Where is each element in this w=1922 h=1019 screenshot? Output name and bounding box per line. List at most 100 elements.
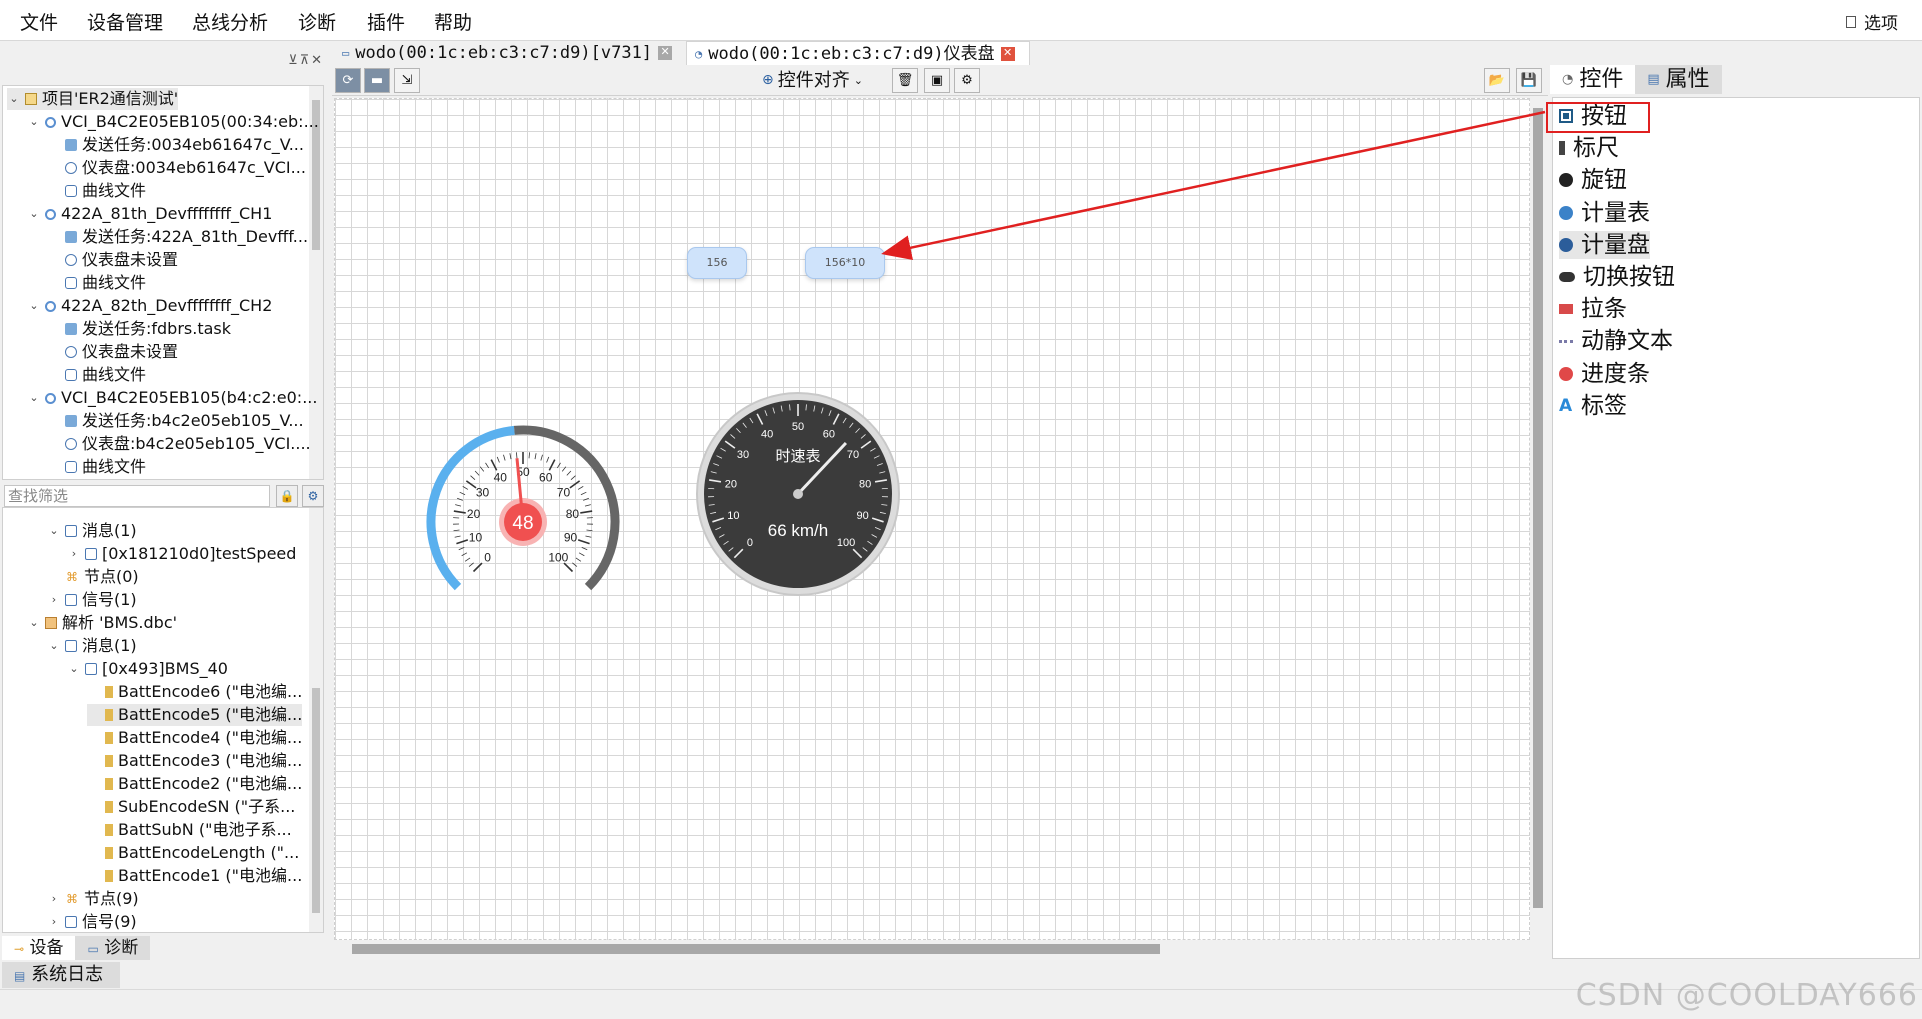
control-item[interactable]: A 标签: [1559, 392, 1627, 420]
chevron-down-icon[interactable]: ›: [67, 543, 81, 565]
menu-device-manage[interactable]: 设备管理: [87, 8, 163, 35]
tree-item[interactable]: ⌄ 422A_82th_Devffffffff_CH2: [27, 295, 272, 317]
tab-send-task[interactable]: ▭ wodo(00:1c:eb:c3:c7:d9)[v731] ✕: [334, 41, 674, 65]
tree-item[interactable]: › ⌘ 节点(9): [47, 888, 139, 910]
dashboard-canvas[interactable]: 156 156*10 0 10 20 30 40 50 60 70 80 90 100 48 0 10 2…: [334, 98, 1530, 940]
chevron-down-icon[interactable]: ⌄: [27, 612, 41, 634]
tab-send-task-label: wodo(00:1c:eb:c3:c7:d9)[v731]: [355, 43, 653, 63]
tree-item[interactable]: ⌄ 消息(1): [47, 520, 136, 542]
delete-button[interactable]: 🗑: [892, 68, 918, 93]
tab-device[interactable]: ⊸ 设备: [2, 936, 76, 960]
control-item[interactable]: 计量盘: [1559, 230, 1650, 259]
settings-button[interactable]: ⚙: [954, 68, 980, 93]
chevron-down-icon[interactable]: ⌄: [27, 203, 41, 225]
tree-item[interactable]: ⌄ VCI_B4C2E05EB105(00:34:eb:...: [27, 111, 318, 133]
export-button[interactable]: ⇲: [394, 68, 420, 93]
chevron-down-icon[interactable]: ⌄: [27, 111, 41, 133]
pin-icon[interactable]: ⊼: [300, 53, 310, 68]
speedometer-widget[interactable]: 0 10 20 30 40 50 60 70 80 90 100 时速表 66 km/h: [693, 389, 903, 599]
control-item[interactable]: 标尺: [1559, 134, 1619, 162]
tree-item[interactable]: BattEncode2 ("电池编...: [87, 773, 302, 795]
tree-item[interactable]: 发送任务:b4c2e05eb105_V...: [47, 410, 304, 432]
tree-item[interactable]: 曲线文件: [47, 456, 146, 478]
project-tree-scrollbar[interactable]: [309, 86, 323, 479]
tree-item[interactable]: ⌄ 422A_81th_Devffffffff_CH1: [27, 203, 272, 225]
chevron-down-icon[interactable]: ⌄: [47, 520, 61, 542]
menu-help[interactable]: 帮助: [434, 8, 472, 35]
copy-button[interactable]: ▣: [924, 68, 950, 93]
open-file-button[interactable]: 📂: [1484, 68, 1510, 93]
tree-item[interactable]: BattEncode3 ("电池编...: [87, 750, 302, 772]
options-menu[interactable]: 选项: [1846, 9, 1898, 34]
canvas-horizontal-scrollbar[interactable]: [334, 940, 1530, 958]
tree-item[interactable]: SubEncodeSN ("子系...: [87, 796, 295, 818]
tree-item[interactable]: 仪表盘:0034eb61647c_VCI...: [47, 157, 306, 179]
chevron-down-icon[interactable]: ⌄: [47, 635, 61, 657]
tree-item[interactable]: BattSubN ("电池子系...: [87, 819, 292, 841]
tree-item[interactable]: 发送任务:0034eb61647c_V...: [47, 134, 304, 156]
tree-item[interactable]: › 信号(1): [47, 589, 137, 611]
close-icon[interactable]: ✕: [658, 46, 673, 60]
tree-item[interactable]: ⌄ VCI_B4C2E05EB105(b4:c2:e0:...: [27, 387, 317, 409]
chevron-down-icon[interactable]: ›: [47, 888, 61, 910]
tree-item[interactable]: ⌄ [0x493]BMS_40: [67, 658, 228, 680]
chevron-down-icon[interactable]: ›: [47, 589, 61, 611]
tree-item[interactable]: BattEncodeLength ("...: [87, 842, 299, 864]
filter-input[interactable]: 查找筛选: [4, 485, 270, 507]
tree-item[interactable]: 仪表盘:b4c2e05eb105_VCI....: [47, 433, 311, 455]
menu-bus-analysis[interactable]: 总线分析: [192, 8, 268, 35]
control-item[interactable]: 进度条: [1559, 360, 1650, 388]
save-file-button[interactable]: 💾: [1516, 68, 1542, 93]
tab-properties[interactable]: ▤ 属性: [1635, 65, 1722, 94]
tree-item[interactable]: › 信号(9): [47, 911, 137, 932]
control-item[interactable]: 计量表: [1559, 199, 1650, 227]
control-item[interactable]: 拉条: [1559, 295, 1627, 323]
button-widget-156[interactable]: 156: [687, 247, 747, 279]
filter-settings-button[interactable]: ⚙: [302, 485, 324, 507]
menu-file[interactable]: 文件: [20, 8, 58, 35]
chevron-down-icon[interactable]: ›: [47, 911, 61, 932]
folder-button[interactable]: ▬: [364, 68, 390, 93]
menu-plugin[interactable]: 插件: [367, 8, 405, 35]
chevron-down-icon[interactable]: ⌄: [67, 658, 81, 680]
button-widget-156x10[interactable]: 156*10: [805, 247, 885, 279]
tab-diagnose[interactable]: ▭ 诊断: [75, 936, 151, 960]
refresh-button[interactable]: ⟳: [335, 68, 361, 93]
tree-item[interactable]: 仪表盘未设置: [47, 249, 178, 271]
tree-item[interactable]: 发送任务:422A_81th_Devfff...: [47, 226, 308, 248]
tree-item[interactable]: 曲线文件: [47, 180, 146, 202]
align-dropdown[interactable]: ⊕ 控件对齐 ⌄: [762, 68, 886, 93]
signal-icon: [105, 824, 113, 836]
tree-item[interactable]: BattEncode5 ("电池编...: [87, 704, 303, 726]
tree-item[interactable]: 仪表盘未设置: [47, 341, 178, 363]
tree-item[interactable]: 发送任务:fdbrs.task: [47, 318, 231, 340]
meter-gauge-widget[interactable]: 010203040 50 6070809010048: [413, 407, 633, 607]
tree-item[interactable]: › [0x181210d0]testSpeed: [67, 543, 297, 565]
tab-system-log[interactable]: ▤ 系统日志: [2, 962, 120, 988]
tree-item[interactable]: ⌄ 消息(1): [47, 635, 136, 657]
tree-item[interactable]: 曲线文件: [47, 364, 146, 386]
control-item[interactable]: 动静文本: [1559, 327, 1673, 355]
menu-diagnose[interactable]: 诊断: [298, 8, 336, 35]
tree-item[interactable]: ⌘ 节点(0): [47, 566, 139, 588]
tree-item[interactable]: BattEncode4 ("电池编...: [87, 727, 302, 749]
control-item[interactable]: 切换按钮: [1559, 263, 1675, 291]
tree-item[interactable]: BattEncode1 ("电池编...: [87, 865, 302, 887]
tab-dashboard[interactable]: ◔ wodo(00:1c:eb:c3:c7:d9)仪表盘 ✕: [686, 41, 1030, 65]
chevron-down-icon[interactable]: ⌄: [7, 88, 21, 110]
signal-tree-scrollbar[interactable]: [309, 508, 323, 932]
tree-item[interactable]: ⌄ 解析 'BMS.dbc': [27, 612, 177, 634]
canvas-vertical-scrollbar[interactable]: [1530, 98, 1546, 940]
tree-item[interactable]: ⌄ 项目'ER2通信测试': [7, 88, 179, 110]
chevron-down-icon[interactable]: ⌄: [27, 387, 41, 409]
close-panel-icon[interactable]: ✕: [311, 53, 322, 68]
tab-controls[interactable]: ◔ 控件: [1550, 65, 1636, 94]
right-panel-tabs: ◔ 控件 ▤ 属性: [1550, 65, 1722, 94]
chevron-down-icon[interactable]: ⌄: [27, 295, 41, 317]
control-item[interactable]: 旋钮: [1559, 166, 1627, 194]
tree-item[interactable]: BattEncode6 ("电池编...: [87, 681, 302, 703]
close-icon[interactable]: ✕: [1000, 46, 1015, 61]
filter-lock-button[interactable]: 🔒: [276, 485, 298, 507]
tree-item[interactable]: 曲线文件: [47, 272, 146, 294]
collapse-all-icon[interactable]: ⊻: [288, 53, 298, 68]
